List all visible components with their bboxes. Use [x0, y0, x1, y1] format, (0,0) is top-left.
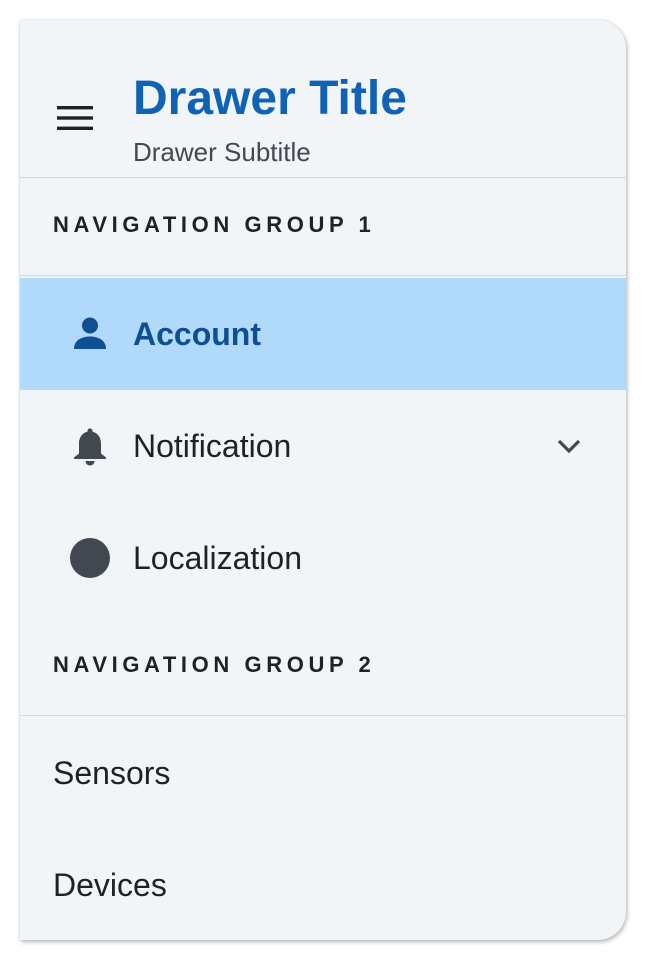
drawer-header: Drawer Title Drawer Subtitle [20, 20, 626, 178]
navigation-drawer: Drawer Title Drawer Subtitle NAVIGATION … [20, 20, 626, 940]
chevron-down-icon[interactable] [556, 434, 582, 460]
nav-item-label: Notification [133, 428, 292, 464]
nav-item-notification[interactable]: Notification [20, 390, 626, 502]
bell-icon [74, 428, 106, 466]
hamburger-menu-icon [57, 106, 93, 130]
nav-item-label: Sensors [53, 755, 171, 791]
nav-item-localization[interactable]: Localization [20, 502, 626, 614]
nav-item-sensors[interactable]: Sensors [20, 717, 626, 829]
nav-group-title: NAVIGATION GROUP 2 [53, 652, 376, 677]
nav-group-title: NAVIGATION GROUP 1 [53, 212, 376, 237]
nav-item-label: Account [133, 316, 261, 352]
nav-group-header-1: NAVIGATION GROUP 1 [20, 178, 626, 276]
nav-item-label: Localization [133, 540, 302, 576]
menu-button[interactable] [46, 94, 102, 142]
nav-group-header-2: NAVIGATION GROUP 2 [20, 618, 626, 716]
circle-icon [70, 538, 110, 578]
drawer-title: Drawer Title [133, 72, 407, 125]
nav-item-account[interactable]: Account [20, 278, 626, 390]
person-icon [74, 317, 106, 349]
drawer-subtitle: Drawer Subtitle [133, 137, 311, 167]
nav-item-label: Devices [53, 867, 167, 903]
nav-item-devices[interactable]: Devices [20, 829, 626, 940]
